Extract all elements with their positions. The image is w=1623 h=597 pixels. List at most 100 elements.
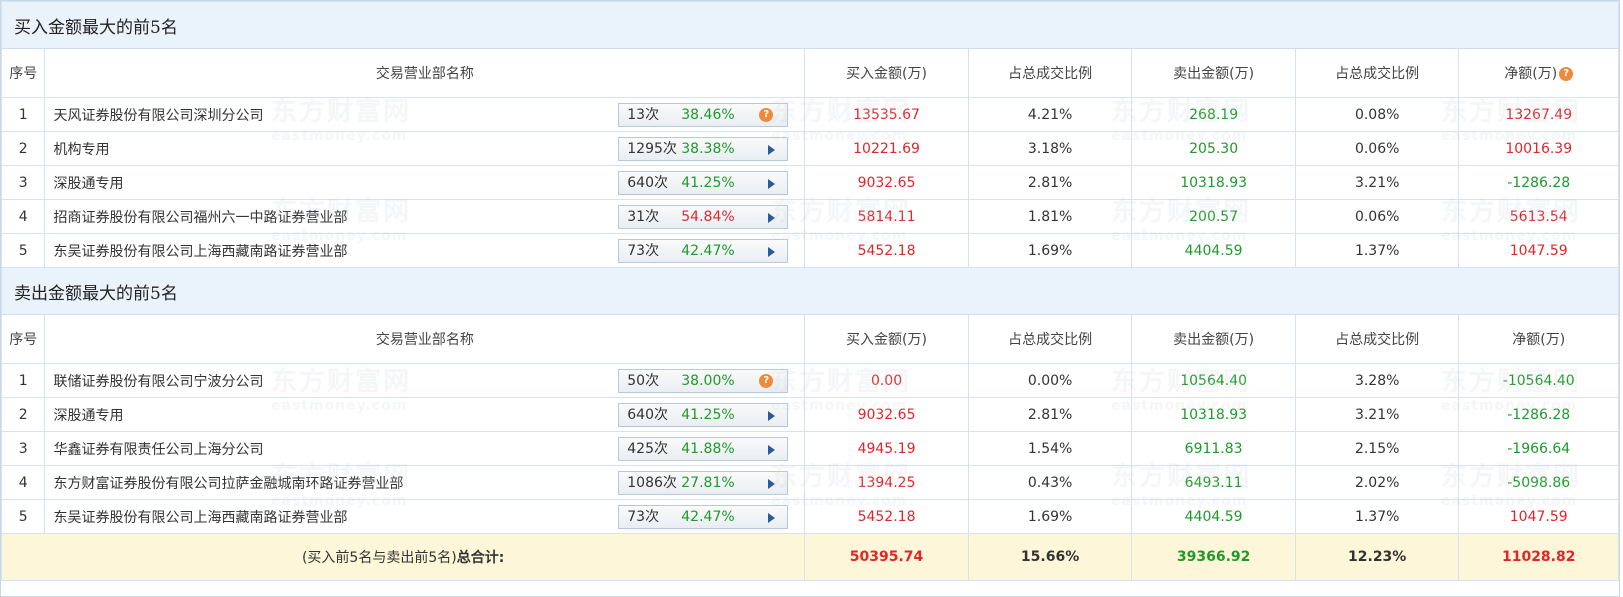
expand-arrow-icon[interactable] <box>768 411 776 421</box>
row-index: 4 <box>0 199 46 234</box>
net-amount: 5613.54 <box>1458 199 1619 234</box>
table-row: 3 华鑫证券有限责任公司上海分公司 425次 41.88% 4945.19 1.5… <box>0 431 1619 466</box>
row-index: 2 <box>0 131 46 166</box>
trade-count: 640次 <box>627 175 668 191</box>
broker-cell: 联储证券股份有限公司宁波分公司 50次 38.00% ? <box>44 363 806 398</box>
sell-section-title: 卖出金额最大的前5名 <box>1 267 1619 315</box>
expand-arrow-icon[interactable] <box>768 213 776 223</box>
trade-count: 1295次 <box>627 141 677 157</box>
sell-header-row: 序号 交易营业部名称 买入金额(万) 占总成交比例 卖出金额(万) 占总成交比例… <box>0 314 1619 364</box>
trade-stats-box[interactable]: 1295次 38.38% <box>618 137 789 161</box>
total-sell: 39366.92 <box>1131 533 1296 581</box>
net-header-label: 净额(万) <box>1504 66 1558 82</box>
expand-arrow-icon[interactable] <box>768 445 776 455</box>
sell-ratio: 3.21% <box>1294 165 1460 200</box>
broker-name[interactable]: 天风证券股份有限公司深圳分公司 <box>53 108 263 124</box>
buy-ratio: 4.21% <box>967 97 1133 132</box>
table-row: 4 招商证券股份有限公司福州六一中路证券营业部 31次 54.84% 5814.1… <box>0 199 1619 234</box>
broker-cell: 天风证券股份有限公司深圳分公司 13次 38.46% ? <box>44 97 806 132</box>
expand-arrow-icon[interactable] <box>768 247 776 257</box>
win-rate: 42.47% <box>681 243 735 259</box>
net-amount: 1047.59 <box>1458 233 1619 268</box>
buy-ratio: 1.54% <box>967 431 1133 466</box>
buy-ratio: 2.81% <box>967 165 1133 200</box>
broker-cell: 深股通专用 640次 41.25% <box>44 397 806 432</box>
col-header-buy-ratio: 占总成交比例 <box>967 314 1133 364</box>
broker-name[interactable]: 华鑫证券有限责任公司上海分公司 <box>53 442 263 458</box>
table-row: 2 机构专用 1295次 38.38% 10221.69 3.18% 205.30… <box>0 131 1619 166</box>
broker-name[interactable]: 东吴证券股份有限公司上海西藏南路证券营业部 <box>53 510 347 526</box>
table-row: 3 深股通专用 640次 41.25% 9032.65 2.81% 10318.9… <box>0 165 1619 200</box>
trade-stats-box[interactable]: 640次 41.25% <box>618 171 789 195</box>
lhb-table-panel: 买入金额最大的前5名 序号 交易营业部名称 买入金额(万) 占总成交比例 卖出金… <box>0 0 1620 597</box>
broker-name[interactable]: 深股通专用 <box>53 408 123 424</box>
net-amount: 1047.59 <box>1458 499 1619 534</box>
sell-amount: 200.57 <box>1131 199 1296 234</box>
expand-arrow-icon[interactable] <box>768 513 776 523</box>
sell-amount: 10318.93 <box>1131 397 1296 432</box>
net-amount: -1966.64 <box>1458 431 1619 466</box>
buy-ratio: 1.69% <box>967 233 1133 268</box>
trade-stats-box[interactable]: 31次 54.84% <box>618 205 789 229</box>
broker-name[interactable]: 联储证券股份有限公司宁波分公司 <box>53 374 263 390</box>
table-row: 5 东吴证券股份有限公司上海西藏南路证券营业部 73次 42.47% 5452.1… <box>0 499 1619 534</box>
trade-stats-box[interactable]: 13次 38.46% ? <box>618 103 789 127</box>
col-header-index: 序号 <box>0 48 46 98</box>
buy-ratio: 0.00% <box>967 363 1133 398</box>
net-amount: 13267.49 <box>1458 97 1619 132</box>
trade-stats-box[interactable]: 640次 41.25% <box>618 403 789 427</box>
buy-amount: 10221.69 <box>804 131 969 166</box>
help-icon[interactable]: ? <box>759 108 774 122</box>
net-amount: 10016.39 <box>1458 131 1619 166</box>
expand-arrow-icon[interactable] <box>768 479 776 489</box>
trade-stats-box[interactable]: 1086次 27.81% <box>618 471 789 495</box>
broker-cell: 东吴证券股份有限公司上海西藏南路证券营业部 73次 42.47% <box>44 233 806 268</box>
net-amount: -1286.28 <box>1458 165 1619 200</box>
broker-name[interactable]: 东吴证券股份有限公司上海西藏南路证券营业部 <box>53 244 347 260</box>
sell-ratio: 1.37% <box>1294 233 1460 268</box>
net-amount: -10564.40 <box>1458 363 1619 398</box>
sell-ratio: 3.21% <box>1294 397 1460 432</box>
trade-stats-box[interactable]: 73次 42.47% <box>618 239 789 263</box>
total-sell-ratio: 12.23% <box>1294 533 1460 581</box>
buy-amount: 5452.18 <box>804 499 969 534</box>
win-rate: 38.00% <box>681 373 735 389</box>
sell-amount: 4404.59 <box>1131 233 1296 268</box>
sell-ratio: 0.08% <box>1294 97 1460 132</box>
col-header-buy: 买入金额(万) <box>804 314 969 364</box>
sell-amount: 10318.93 <box>1131 165 1296 200</box>
total-net: 11028.82 <box>1458 533 1619 581</box>
broker-name[interactable]: 东方财富证券股份有限公司拉萨金融城南环路证券营业部 <box>53 476 403 492</box>
help-icon[interactable]: ? <box>1559 67 1574 81</box>
sell-ratio: 2.02% <box>1294 465 1460 500</box>
win-rate: 41.88% <box>681 441 735 457</box>
trade-stats-box[interactable]: 73次 42.47% <box>618 505 789 529</box>
sell-ratio: 0.06% <box>1294 199 1460 234</box>
buy-ratio: 1.69% <box>967 499 1133 534</box>
expand-arrow-icon[interactable] <box>768 179 776 189</box>
trade-stats-box[interactable]: 50次 38.00% ? <box>618 369 789 393</box>
trade-stats-box[interactable]: 425次 41.88% <box>618 437 789 461</box>
buy-amount: 0.00 <box>804 363 969 398</box>
buy-rows: 1 天风证券股份有限公司深圳分公司 13次 38.46% ? 13535.67 4… <box>0 97 1619 268</box>
col-header-net: 净额(万) <box>1458 314 1619 364</box>
broker-name[interactable]: 机构专用 <box>53 142 109 158</box>
row-index: 1 <box>0 363 46 398</box>
win-rate: 54.84% <box>681 209 735 225</box>
expand-arrow-icon[interactable] <box>768 145 776 155</box>
buy-ratio: 0.43% <box>967 465 1133 500</box>
buy-ratio: 1.81% <box>967 199 1133 234</box>
sell-amount: 6493.11 <box>1131 465 1296 500</box>
win-rate: 38.38% <box>681 141 735 157</box>
buy-header-row: 序号 交易营业部名称 买入金额(万) 占总成交比例 卖出金额(万) 占总成交比例… <box>0 48 1619 98</box>
trade-count: 73次 <box>627 509 660 525</box>
table-row: 1 联储证券股份有限公司宁波分公司 50次 38.00% ? 0.00 0.00%… <box>0 363 1619 398</box>
broker-name[interactable]: 招商证券股份有限公司福州六一中路证券营业部 <box>53 210 347 226</box>
trade-count: 640次 <box>627 407 668 423</box>
help-icon[interactable]: ? <box>759 374 774 388</box>
buy-amount: 13535.67 <box>804 97 969 132</box>
broker-name[interactable]: 深股通专用 <box>53 176 123 192</box>
trade-count: 50次 <box>627 373 660 389</box>
broker-cell: 深股通专用 640次 41.25% <box>44 165 806 200</box>
sell-amount: 4404.59 <box>1131 499 1296 534</box>
